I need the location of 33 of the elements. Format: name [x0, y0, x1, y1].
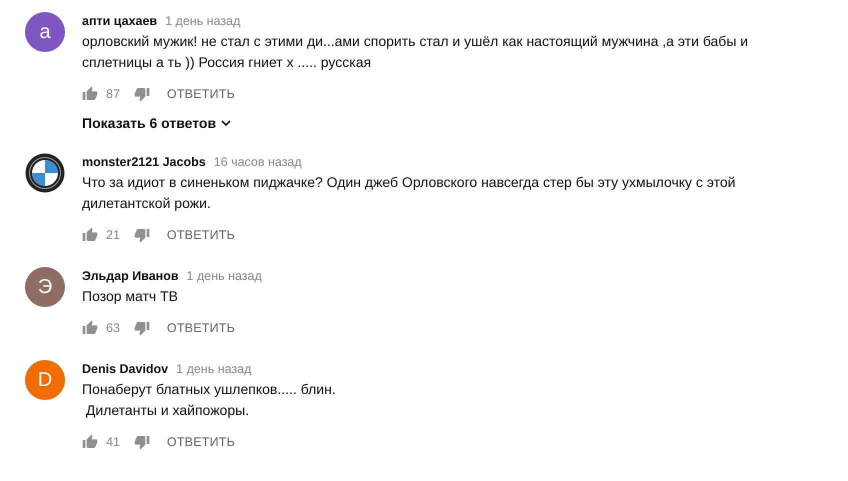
like-count: 41 — [106, 435, 120, 449]
comment-text: Позор матч ТВ — [82, 287, 180, 306]
thumbs-down-icon[interactable] — [134, 434, 150, 450]
reply-button[interactable]: ОТВЕТИТЬ — [166, 321, 235, 335]
show-replies-button[interactable]: Показать 6 ответов — [82, 115, 748, 131]
thumbs-down-icon[interactable] — [134, 227, 150, 243]
comment-time[interactable]: 16 часов назад — [214, 155, 302, 169]
reply-button[interactable]: ОТВЕТИТЬ — [166, 435, 235, 449]
avatar[interactable]: а — [25, 12, 65, 52]
thumbs-down-icon[interactable] — [134, 86, 150, 102]
author-name[interactable]: апти цахаев — [82, 14, 158, 28]
comment-text: Что за идиот в синеньком пиджачке? Один джеб Орловского навсегда стер бы эту ухмылочку с этой дилетантской рожи. — [82, 173, 736, 213]
like-count: 63 — [106, 321, 120, 335]
avatar-icon[interactable] — [25, 153, 65, 193]
author-name[interactable]: monster2121 Jacobs — [82, 155, 206, 169]
thumbs-up-icon[interactable] — [82, 320, 98, 336]
like-count: 21 — [106, 228, 120, 242]
thumbs-up-icon[interactable] — [82, 434, 98, 450]
comment-time[interactable]: 1 день назад — [186, 269, 262, 283]
comment-time[interactable]: 1 день назад — [165, 14, 240, 28]
author-name[interactable]: Denis Davidov — [82, 362, 168, 376]
comment-time[interactable]: 1 день назад — [176, 362, 252, 376]
avatar[interactable]: D — [25, 360, 65, 400]
comment-text: Понаберут блатных ушлепков..... блин. Дилетанты и хайпожоры. — [82, 380, 336, 420]
comment-text: орловский мужик! не стал с этими ди...ами спорить стал и ушёл как настоящий мужчина ,а эти бабы и сплетницы а ть )) Россия гниет х ..... русская — [82, 32, 748, 72]
thumbs-up-icon[interactable] — [82, 227, 98, 243]
like-count: 87 — [106, 87, 120, 101]
reply-button[interactable]: ОТВЕТИТЬ — [166, 87, 235, 101]
thumbs-down-icon[interactable] — [134, 320, 150, 336]
reply-button[interactable]: ОТВЕТИТЬ — [166, 228, 235, 242]
author-name[interactable]: Эльдар Иванов — [82, 269, 179, 283]
avatar[interactable]: Э — [25, 267, 65, 307]
thumbs-up-icon[interactable] — [82, 86, 98, 102]
